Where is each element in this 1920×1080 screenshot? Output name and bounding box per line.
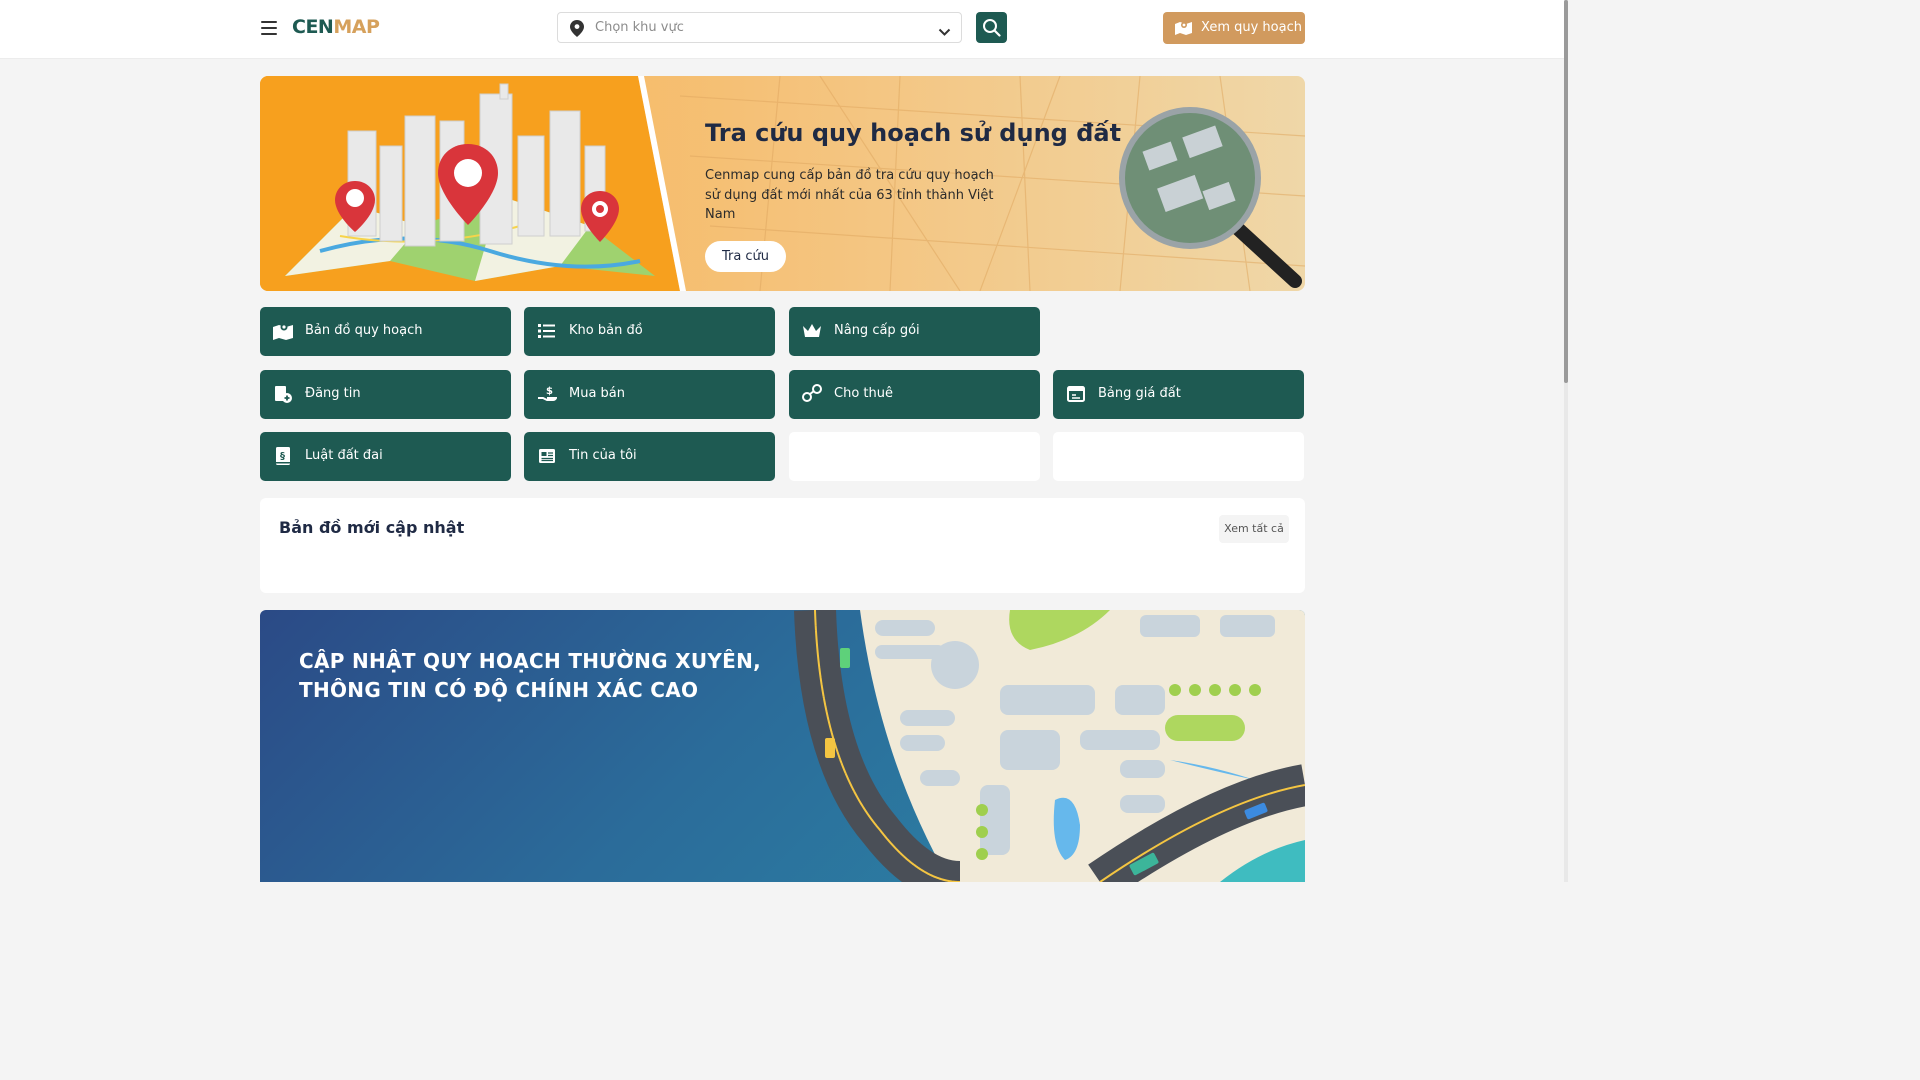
tile-empty	[789, 432, 1040, 481]
search-button[interactable]	[976, 12, 1007, 43]
hero-banner: Tra cứu quy hoạch sử dụng đất Cenmap cun…	[260, 76, 1305, 291]
tile-label: Tin của tôi	[569, 448, 637, 463]
promo-title-line-1: CẬP NHẬT QUY HOẠCH THƯỜNG XUYÊN,	[299, 649, 762, 673]
post-icon	[275, 386, 292, 403]
tile-buy-sell[interactable]: $ Mua bán	[524, 370, 775, 419]
search-icon	[983, 19, 1001, 37]
promo-banner: CẬP NHẬT QUY HOẠCH THƯỜNG XUYÊN, THÔNG T…	[260, 610, 1305, 882]
tile-land-price-table[interactable]: Bảng giá đất	[1053, 370, 1304, 419]
tile-label: Bảng giá đất	[1098, 386, 1181, 401]
cenmap-logo[interactable]: CENMAP	[292, 16, 380, 38]
updated-maps-panel: Bản đồ mới cập nhật Xem tất cả	[260, 498, 1305, 593]
tile-for-rent[interactable]: Cho thuê	[789, 370, 1040, 419]
tile-label: Bản đồ quy hoạch	[305, 323, 423, 338]
svg-text:$: $	[546, 386, 553, 397]
region-select[interactable]: Chọn khu vực	[557, 12, 962, 43]
updated-maps-title: Bản đồ mới cập nhật	[279, 518, 465, 537]
map-icon	[273, 323, 293, 340]
tile-upgrade-plan[interactable]: Nâng cấp gói	[789, 307, 1040, 356]
tile-label: Cho thuê	[834, 386, 893, 401]
news-icon	[539, 449, 555, 463]
law-book-icon: §	[276, 447, 290, 465]
crown-icon	[803, 324, 821, 337]
map-icon	[1175, 22, 1192, 35]
page-scrollbar[interactable]	[1564, 0, 1568, 882]
promo-title-line-2: THÔNG TIN CÓ ĐỘ CHÍNH XÁC CAO	[299, 678, 699, 702]
tile-planning-map[interactable]: Bản đồ quy hoạch	[260, 307, 511, 356]
chevron-down-icon	[938, 22, 951, 41]
svg-text:§: §	[280, 451, 285, 462]
hamburger-menu-icon[interactable]	[261, 21, 277, 35]
view-plan-label: Xem quy hoạch	[1201, 20, 1302, 35]
list-icon	[538, 324, 555, 338]
region-select-placeholder: Chọn khu vực	[595, 20, 684, 35]
tile-label: Luật đất đai	[305, 448, 383, 463]
hero-description: Cenmap cung cấp bản đồ tra cứu quy hoạch…	[705, 168, 994, 222]
tile-label: Kho bản đồ	[569, 323, 643, 338]
tile-land-law[interactable]: § Luật đất đai	[260, 432, 511, 481]
hand-money-icon: $	[538, 386, 557, 401]
tile-label: Đăng tin	[305, 386, 361, 401]
view-plan-button[interactable]: Xem quy hoạch	[1163, 12, 1305, 44]
people-icon	[802, 384, 822, 402]
price-table-icon	[1067, 386, 1085, 402]
lookup-button[interactable]: Tra cứu	[705, 241, 786, 272]
promo-title: CẬP NHẬT QUY HOẠCH THƯỜNG XUYÊN, THÔNG T…	[299, 647, 761, 705]
tile-label: Nâng cấp gói	[834, 323, 920, 338]
location-pin-icon	[570, 20, 584, 41]
see-all-button[interactable]: Xem tất cả	[1219, 515, 1289, 543]
hero-title: Tra cứu quy hoạch sử dụng đất	[705, 119, 1122, 147]
tile-post-listing[interactable]: Đăng tin	[260, 370, 511, 419]
tile-label: Mua bán	[569, 386, 626, 401]
tile-my-posts[interactable]: Tin của tôi	[524, 432, 775, 481]
tile-map-store[interactable]: Kho bản đồ	[524, 307, 775, 356]
logo-text-cen: CEN	[292, 16, 334, 38]
tile-empty	[1053, 432, 1304, 481]
top-header: CENMAP Chọn khu vực Xem quy hoạch	[0, 0, 1564, 59]
logo-text-map: MAP	[333, 16, 380, 38]
scrollbar-thumb[interactable]	[1564, 0, 1568, 383]
